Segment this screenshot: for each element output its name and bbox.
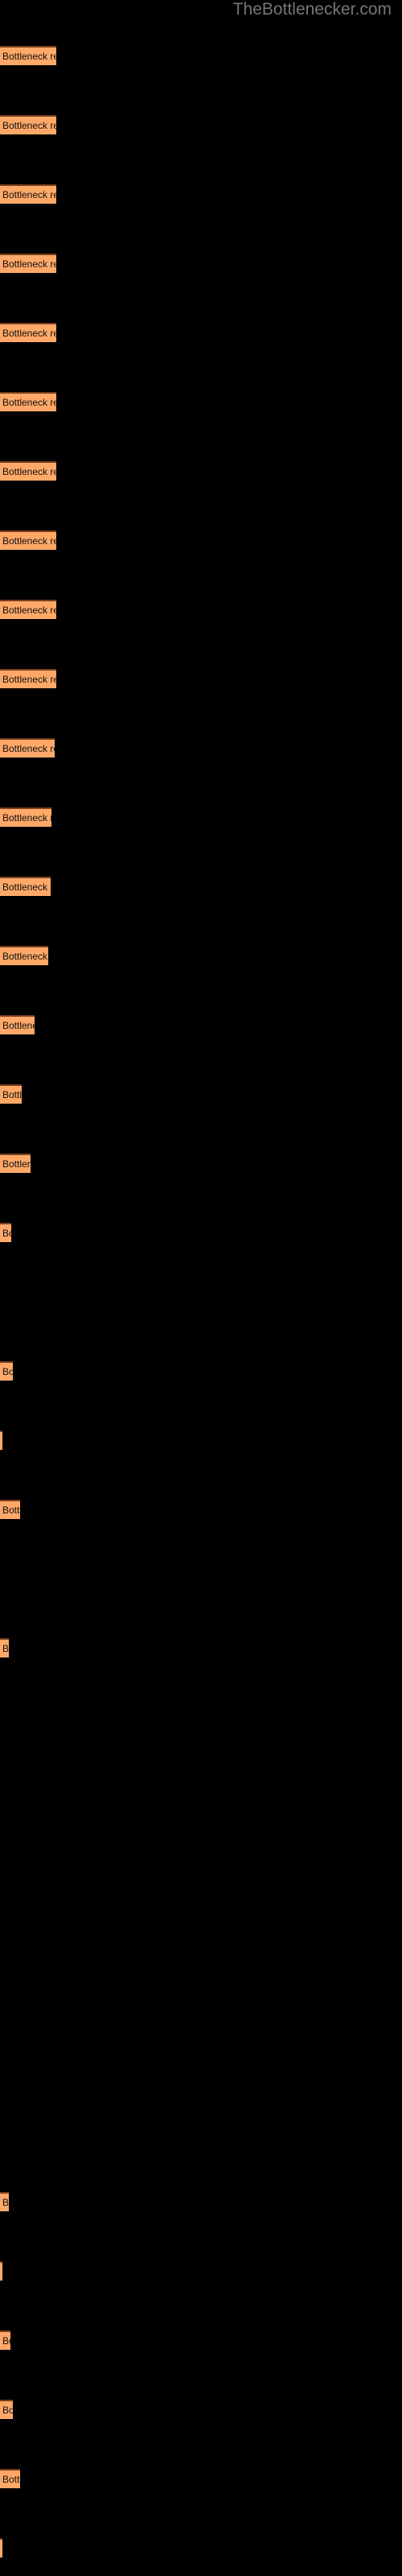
chart-bar[interactable]: Bottleneck result <box>0 600 56 619</box>
bar-row: Bottleneck result <box>0 1846 402 1865</box>
site-watermark: TheBottlenecker.com <box>232 0 392 19</box>
bar-row: Bottleneck result <box>0 2400 402 2419</box>
bar-row: Bottleneck result <box>0 669 402 688</box>
bar-row: Bottleneck result <box>0 1154 402 1173</box>
chart-bar[interactable]: Bottleneck result <box>0 1500 20 1519</box>
bar-label: Bottleneck result <box>2 328 56 339</box>
bar-label: Bottleneck result <box>2 951 48 962</box>
bar-label: Bottleneck result <box>2 2474 20 2485</box>
chart-bar[interactable]: Bottleneck result <box>0 1638 9 1657</box>
bar-row: Bottleneck result <box>0 461 402 481</box>
chart-bar[interactable]: Bottleneck result <box>0 392 56 411</box>
chart-bar[interactable]: Bottleneck result <box>0 461 56 481</box>
bar-label: Bottleneck result <box>2 743 55 754</box>
chart-bar[interactable]: Bottleneck result <box>0 115 56 134</box>
bar-label: Bottleneck result <box>2 605 56 616</box>
bar-row: Bottleneck result <box>0 1777 402 1796</box>
chart-bar[interactable]: Bottleneck result <box>0 2538 2 2557</box>
bar-label: Bottleneck result <box>2 1089 22 1100</box>
bar-row: Bottleneck result <box>0 254 402 273</box>
chart-bar[interactable]: Bottleneck result <box>0 1084 22 1104</box>
bar-label: Bottleneck result <box>2 1158 31 1170</box>
chart-bar[interactable]: Bottleneck result <box>0 946 48 965</box>
bar-label: Bottleneck result <box>2 2335 10 2347</box>
bar-label: Bottleneck result <box>2 120 56 131</box>
bar-row: Bottleneck result <box>0 2261 402 2281</box>
bar-row: Bottleneck result <box>0 2330 402 2350</box>
bar-label: Bottleneck result <box>2 535 56 547</box>
bar-label: Bottleneck result <box>2 2197 9 2208</box>
bar-row: Bottleneck result <box>0 2192 402 2211</box>
bar-row: Bottleneck result <box>0 1500 402 1519</box>
chart-plot-area: Bottleneck result Bottleneck result Bottle… <box>0 0 402 2576</box>
bar-row: Bottleneck result <box>0 530 402 550</box>
chart-bar[interactable]: Bottleneck result <box>0 1154 31 1173</box>
bar-row: Bottleneck result <box>0 877 402 896</box>
bar-row: Bottleneck result <box>0 392 402 411</box>
bar-row: Bottleneck result <box>0 1084 402 1104</box>
bar-label: Bottleneck result <box>2 466 56 477</box>
bar-row: Bottleneck result <box>0 1361 402 1381</box>
chart-bar[interactable]: Bottleneck result <box>0 2330 10 2350</box>
bar-label: Bottleneck result <box>2 189 56 200</box>
bar-row: Bottleneck result <box>0 1430 402 1450</box>
bar-row: Bottleneck result <box>0 600 402 619</box>
chart-bar[interactable]: Bottleneck result <box>0 1361 13 1381</box>
chart-bar[interactable]: Bottleneck result <box>0 1430 2 1450</box>
bar-row: Bottleneck result <box>0 46 402 65</box>
chart-bar[interactable]: Bottleneck result <box>0 2192 9 2211</box>
bar-row: Bottleneck result <box>0 115 402 134</box>
chart-bar[interactable]: Bottleneck result <box>0 254 56 273</box>
bar-row: Bottleneck result <box>0 1292 402 1311</box>
bar-row: Bottleneck result <box>0 1915 402 1934</box>
bar-row: Bottleneck result <box>0 1638 402 1657</box>
bar-row: Bottleneck result <box>0 1707 402 1727</box>
bar-row: Bottleneck result <box>0 2538 402 2557</box>
chart-bar[interactable]: Bottleneck result <box>0 807 51 827</box>
bar-label: Bottleneck result <box>2 1228 11 1239</box>
bar-row: Bottleneck result <box>0 1223 402 1242</box>
bar-row: Bottleneck result <box>0 1015 402 1034</box>
bar-label: Bottleneck result <box>2 51 56 62</box>
chart-bar[interactable]: Bottleneck result <box>0 2469 20 2488</box>
bar-row: Bottleneck result <box>0 2469 402 2488</box>
chart-bar[interactable]: Bottleneck result <box>0 669 56 688</box>
bottleneck-bar-chart: Bottleneck result Bottleneck result Bottle… <box>0 0 402 2576</box>
bar-label: Bottleneck result <box>2 1643 9 1654</box>
chart-bar[interactable]: Bottleneck result <box>0 877 51 896</box>
chart-bar[interactable]: Bottleneck result <box>0 2400 13 2419</box>
bar-label: Bottleneck result <box>2 812 51 824</box>
bar-label: Bottleneck result <box>2 674 56 685</box>
bar-label: Bottleneck result <box>2 1366 13 1377</box>
chart-bar[interactable]: Bottleneck result <box>0 46 56 65</box>
bar-label: Bottleneck result <box>2 1020 35 1031</box>
chart-bar[interactable]: Bottleneck result <box>0 530 56 550</box>
chart-bar[interactable]: Bottleneck result <box>0 323 56 342</box>
chart-bar[interactable]: Bottleneck result <box>0 1223 11 1242</box>
bar-row: Bottleneck result <box>0 807 402 827</box>
chart-bar[interactable]: Bottleneck result <box>0 184 56 204</box>
bar-label: Bottleneck result <box>2 881 51 893</box>
chart-bar[interactable]: Bottleneck result <box>0 2261 2 2281</box>
chart-bar[interactable]: Bottleneck result <box>0 1015 35 1034</box>
bar-row: Bottleneck result <box>0 184 402 204</box>
bar-row: Bottleneck result <box>0 946 402 965</box>
bar-label: Bottleneck result <box>2 2405 13 2416</box>
bar-label: Bottleneck result <box>2 1505 20 1516</box>
bar-row: Bottleneck result <box>0 1569 402 1588</box>
bar-row: Bottleneck result <box>0 738 402 758</box>
bar-row: Bottleneck result <box>0 323 402 342</box>
bar-label: Bottleneck result <box>2 258 56 270</box>
bar-label: Bottleneck result <box>2 397 56 408</box>
chart-bar[interactable]: Bottleneck result <box>0 738 55 758</box>
